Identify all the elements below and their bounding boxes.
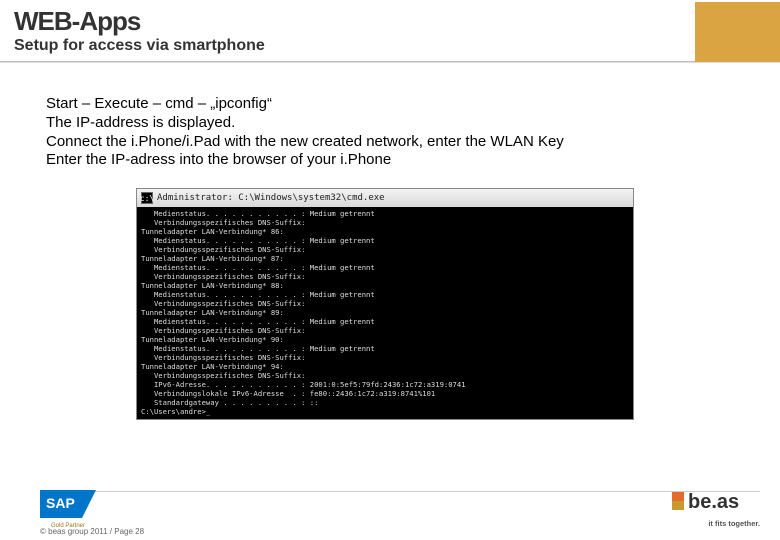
content-area: Start – Execute – cmd – „ipconfig“ The I…: [0, 63, 780, 420]
cmd-line: Verbindungsspezifisches DNS-Suffix:: [141, 371, 629, 380]
decorative-gold-box: [695, 2, 780, 62]
slide-header: WEB-Apps Setup for access via smartphone: [0, 0, 780, 63]
page-subtitle: Setup for access via smartphone: [0, 37, 780, 59]
cmd-line: Verbindungsspezifisches DNS-Suffix:: [141, 326, 629, 335]
cmd-line: Medienstatus. . . . . . . . . . . : Medi…: [141, 263, 629, 272]
instruction-line: The IP-address is displayed.: [46, 114, 740, 133]
cmd-line: Medienstatus. . . . . . . . . . . : Medi…: [141, 344, 629, 353]
page-title: WEB-Apps: [0, 0, 780, 37]
cmd-output: Medienstatus. . . . . . . . . . . : Medi…: [137, 207, 633, 419]
cmd-line: Medienstatus. . . . . . . . . . . : Medi…: [141, 290, 629, 299]
cmd-line: Verbindungsspezifisches DNS-Suffix:: [141, 218, 629, 227]
cmd-line: IPv6-Adresse. . . . . . . . . . . : 2001…: [141, 380, 629, 389]
cmd-line: Verbindungslokale IPv6-Adresse . : fe80:…: [141, 389, 629, 398]
cmd-line: Verbindungsspezifisches DNS-Suffix:: [141, 245, 629, 254]
footer-divider: [40, 491, 760, 492]
cmd-line: Tunneladapter LAN-Verbindung* 87:: [141, 254, 629, 263]
cmd-line: Tunneladapter LAN-Verbindung* 86:: [141, 227, 629, 236]
sap-partner-logo: SAP Gold Partner: [40, 490, 96, 524]
cmd-line: Medienstatus. . . . . . . . . . . : Medi…: [141, 209, 629, 218]
instruction-line: Enter the IP-adress into the browser of …: [46, 151, 740, 170]
cmd-line: Verbindungsspezifisches DNS-Suffix:: [141, 272, 629, 281]
cmd-window: c:\ Administrator: C:\Windows\system32\c…: [136, 188, 634, 420]
instruction-line: Connect the i.Phone/i.Pad with the new c…: [46, 133, 740, 152]
cmd-line: Tunneladapter LAN-Verbindung* 94:: [141, 362, 629, 371]
cmd-line: Tunneladapter LAN-Verbindung* 89:: [141, 308, 629, 317]
divider: [0, 61, 780, 63]
cmd-line: Tunneladapter LAN-Verbindung* 90:: [141, 335, 629, 344]
beas-logo: be.as it fits together.: [672, 488, 760, 528]
cmd-title-text: Administrator: C:\Windows\system32\cmd.e…: [157, 193, 385, 203]
svg-text:be.as: be.as: [688, 491, 739, 513]
beas-tagline: it fits together.: [672, 519, 760, 528]
cmd-titlebar: c:\ Administrator: C:\Windows\system32\c…: [137, 189, 633, 207]
cmd-icon: c:\: [141, 192, 153, 204]
cmd-line: Tunneladapter LAN-Verbindung* 88:: [141, 281, 629, 290]
cmd-line: Medienstatus. . . . . . . . . . . : Medi…: [141, 236, 629, 245]
svg-text:SAP: SAP: [46, 495, 75, 511]
cmd-line: Standardgateway . . . . . . . . . : ::: [141, 398, 629, 407]
instruction-line: Start – Execute – cmd – „ipconfig“: [46, 95, 740, 114]
footer: SAP Gold Partner © beas group 2011 / Pag…: [40, 486, 760, 534]
cmd-line: Verbindungsspezifisches DNS-Suffix:: [141, 353, 629, 362]
copyright-text: © beas group 2011 / Page 28: [40, 527, 144, 536]
cmd-line: Medienstatus. . . . . . . . . . . : Medi…: [141, 317, 629, 326]
cmd-line: Verbindungsspezifisches DNS-Suffix:: [141, 299, 629, 308]
cmd-line: C:\Users\andre>_: [141, 407, 629, 416]
